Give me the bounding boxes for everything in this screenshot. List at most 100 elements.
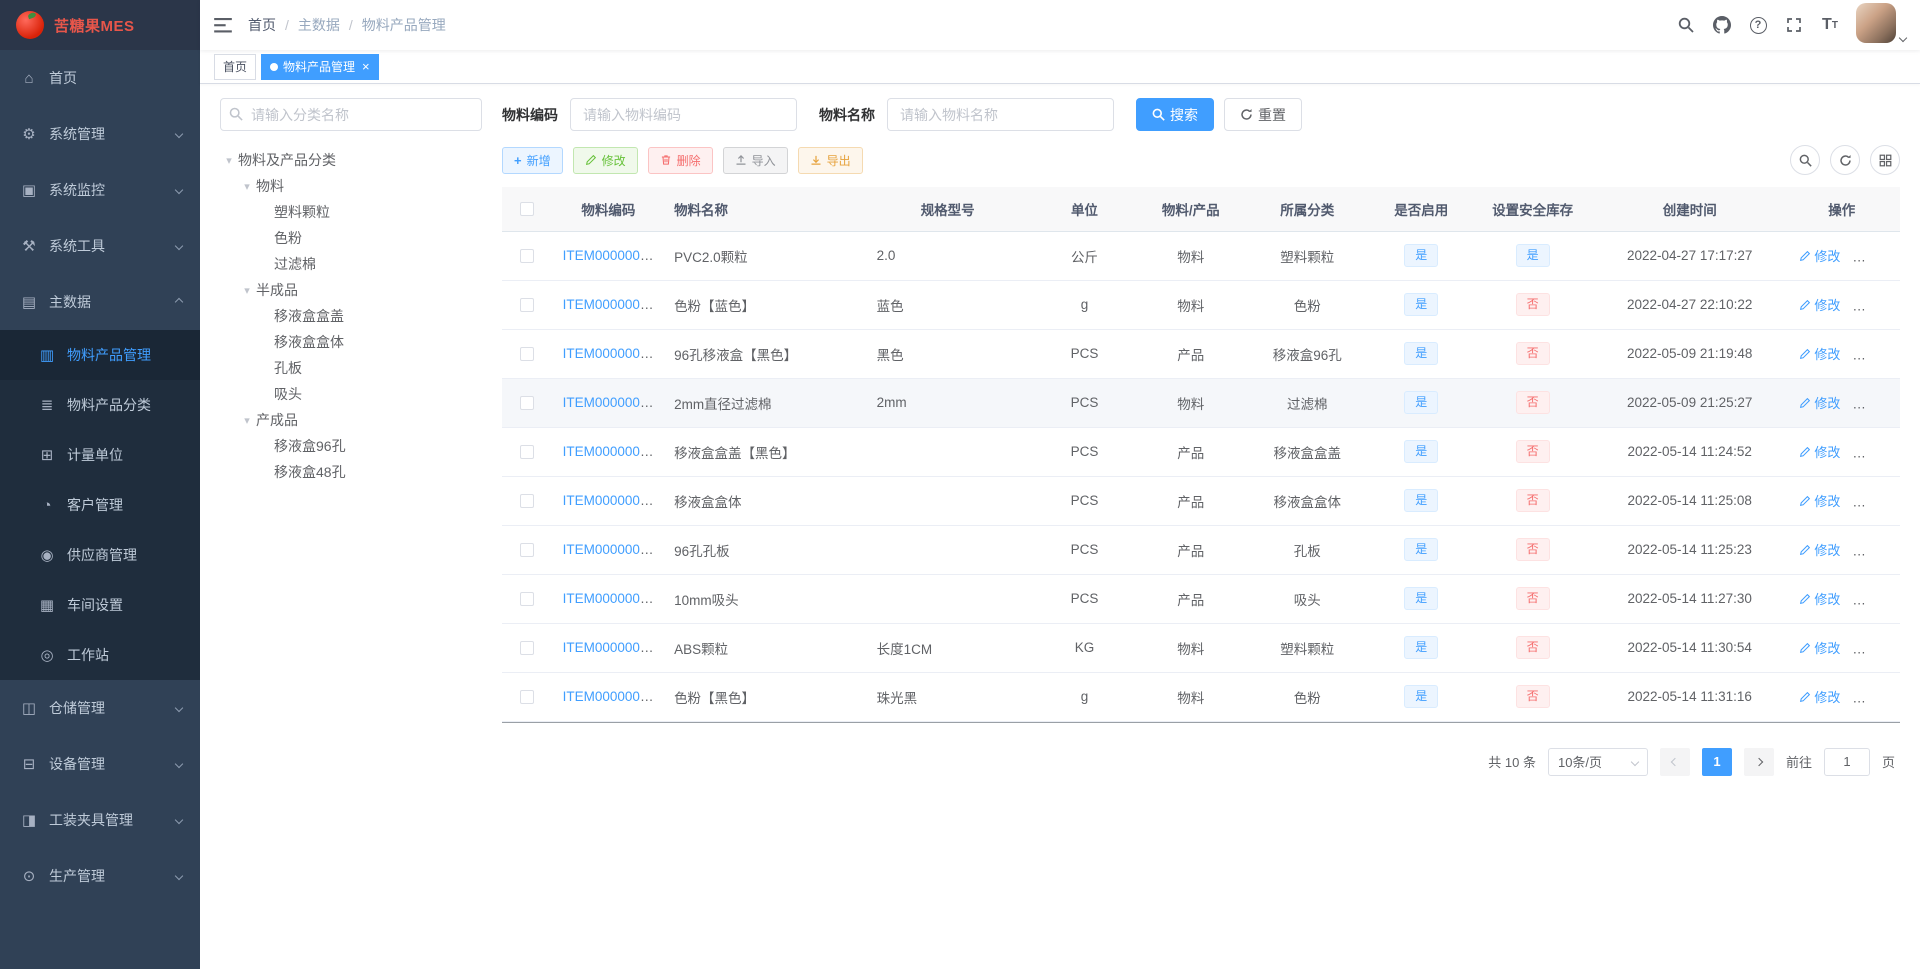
category-cell: 塑料颗粒 [1241,231,1374,281]
import-button[interactable]: 导入 [722,146,788,174]
sidebar-item-workshop-settings[interactable]: ▦ 车间设置 [0,580,200,630]
material-code-link[interactable]: ITEM00000037 [563,248,655,263]
edit-button[interactable]: 修改 [572,146,638,174]
tree-node[interactable]: 过滤棉 [220,251,482,277]
tree-node[interactable]: ▾ 产成品 [220,407,482,433]
tab-material-product[interactable]: 物料产品管理 × [261,53,379,80]
toggle-search-button[interactable] [1790,145,1820,175]
tree-node[interactable]: 移液盒48孔 [220,459,482,485]
sidebar-item-customer-mgmt[interactable]: ◔ 客户管理 [0,480,200,530]
tree-node[interactable]: 移液盒96孔 [220,433,482,459]
page-size-select[interactable]: 10条/页 [1547,747,1648,776]
tree-node[interactable]: 孔板 [220,355,482,381]
material-name-input[interactable] [887,98,1114,131]
col-created: 创建时间 [1596,187,1784,232]
row-checkbox[interactable] [520,298,535,313]
tree-node[interactable]: ▾ 物料 [220,173,482,199]
prev-page-button[interactable] [1659,747,1690,776]
sidebar-item-system-admin[interactable]: ⚙ 系统管理 [0,106,200,162]
delete-button[interactable]: 删除 [647,146,713,174]
sidebar-item-master-data[interactable]: ▤ 主数据 [0,274,200,330]
user-menu[interactable] [1856,3,1908,47]
row-edit-button[interactable]: 修改 [1799,295,1840,314]
sidebar-item-workstation[interactable]: ◎ 工作站 [0,630,200,680]
tree-node[interactable]: ▾ 物料及产品分类 [220,147,482,173]
material-code-link[interactable]: ITEM00000054 [563,591,655,606]
app-logo[interactable]: 苦糖果MES [0,0,200,50]
row-checkbox[interactable] [520,445,535,460]
row-edit-button[interactable]: 修改 [1799,393,1840,412]
material-code-link[interactable]: ITEM00000056 [563,689,655,704]
row-checkbox[interactable] [520,641,535,656]
sidebar-item-warehouse-mgmt[interactable]: ◫ 仓储管理 [0,680,200,736]
row-checkbox[interactable] [520,494,535,509]
sidebar-item-equipment-mgmt[interactable]: ⊟ 设备管理 [0,736,200,792]
sidebar-item-system-monitor[interactable]: ▣ 系统监控 [0,162,200,218]
tree-node[interactable]: 吸头 [220,381,482,407]
row-edit-button[interactable]: 修改 [1799,589,1840,608]
export-button[interactable]: 导出 [797,146,863,174]
material-code-link[interactable]: ITEM00000049 [563,395,655,410]
tab-label: 首页 [223,60,248,74]
reset-button[interactable]: 重置 [1224,98,1302,131]
material-code-link[interactable]: ITEM00000055 [563,640,655,655]
material-code-link[interactable]: ITEM00000053 [563,542,655,557]
safety-stock-tag: 否 [1515,587,1550,610]
category-search-input[interactable] [220,98,482,131]
row-edit-button[interactable]: 修改 [1799,540,1840,559]
row-edit-button[interactable]: 修改 [1799,442,1840,461]
columns-button[interactable] [1870,145,1900,175]
fullscreen-icon[interactable] [1776,0,1812,50]
row-edit-button[interactable]: 修改 [1799,246,1840,265]
sidebar-item-system-tools[interactable]: ⚒ 系统工具 [0,218,200,274]
header-search-icon[interactable] [1668,0,1704,50]
tree-node[interactable]: ▾ 半成品 [220,277,482,303]
row-checkbox[interactable] [520,592,535,607]
unit-cell: 公斤 [1028,231,1141,281]
type-cell: 产品 [1140,525,1242,575]
add-button[interactable]: + 新增 [502,146,563,174]
help-icon[interactable]: ? [1740,0,1776,50]
material-code-link[interactable]: ITEM00000046 [563,346,655,361]
tree-node[interactable]: 色粉 [220,225,482,251]
navbar: 首页 / 主数据 / 物料产品管理 ? TT [200,0,1920,50]
row-checkbox[interactable] [520,690,535,705]
page-1-button[interactable]: 1 [1701,747,1732,776]
sidebar-item-label: 工作站 [67,647,109,663]
search-button[interactable]: 搜索 [1136,98,1214,131]
material-code-link[interactable]: ITEM00000052 [563,493,655,508]
tab-home[interactable]: 首页 [214,53,257,80]
github-icon[interactable] [1704,0,1740,50]
row-checkbox[interactable] [520,249,535,264]
row-edit-button[interactable]: 修改 [1799,687,1840,706]
hamburger-icon[interactable] [214,17,232,33]
tree-node[interactable]: 移液盒盒体 [220,329,482,355]
refresh-button[interactable] [1830,145,1860,175]
close-tab-icon[interactable]: × [362,60,370,73]
select-all-checkbox[interactable] [520,202,535,217]
sidebar-item-measure-unit[interactable]: ⊞ 计量单位 [0,430,200,480]
sidebar-item-supplier-mgmt[interactable]: ◉ 供应商管理 [0,530,200,580]
pencil-icon [1800,397,1811,408]
row-checkbox[interactable] [520,396,535,411]
sidebar-item-label: 工装夹具管理 [49,812,133,828]
font-size-icon[interactable]: TT [1812,0,1848,50]
tree-node[interactable]: 移液盒盒盖 [220,303,482,329]
sidebar-item-production-mgmt[interactable]: ⊙ 生产管理 [0,848,200,904]
breadcrumb-home[interactable]: 首页 [248,15,276,35]
goto-page-input[interactable] [1823,747,1870,776]
row-edit-button[interactable]: 修改 [1799,491,1840,510]
tree-node[interactable]: 塑料颗粒 [220,199,482,225]
material-code-input[interactable] [570,98,797,131]
material-code-link[interactable]: ITEM00000051 [563,444,655,459]
row-checkbox[interactable] [520,347,535,362]
row-edit-button[interactable]: 修改 [1799,638,1840,657]
sidebar-item-home[interactable]: ⌂ 首页 [0,50,200,106]
sidebar-item-material-product-mgmt[interactable]: ▥ 物料产品管理 [0,330,200,380]
row-edit-button[interactable]: 修改 [1799,344,1840,363]
sidebar-item-material-product-category[interactable]: ≣ 物料产品分类 [0,380,200,430]
sidebar-item-fixture-mgmt[interactable]: ◨ 工装夹具管理 [0,792,200,848]
next-page-button[interactable] [1743,747,1774,776]
material-code-link[interactable]: ITEM00000041 [563,297,655,312]
row-checkbox[interactable] [520,543,535,558]
